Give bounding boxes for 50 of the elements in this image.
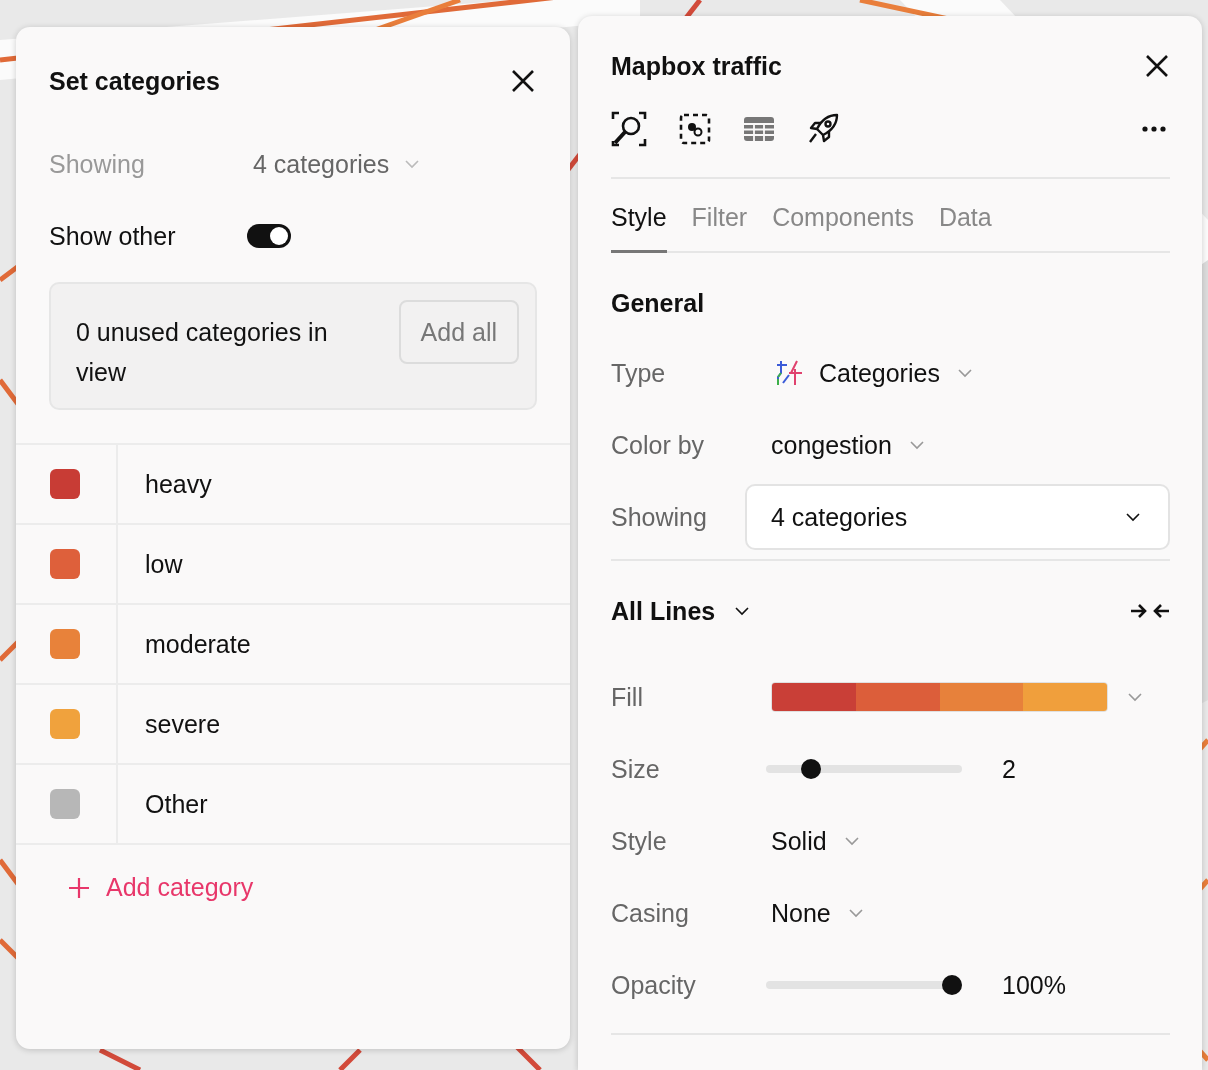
close-icon[interactable] [1144,53,1170,79]
category-name: severe [145,709,221,739]
slider-thumb[interactable] [942,975,963,995]
tab[interactable]: Style [611,203,667,253]
toggle-label: Show other [49,221,177,251]
field-label: Type [611,358,667,388]
plus-icon [68,876,90,899]
slider-thumb[interactable] [801,759,822,779]
group-toggle[interactable]: All Lines [611,596,752,626]
section-heading: General [611,289,706,319]
toggle-switch[interactable] [247,224,291,248]
slider-value: 100% [1002,970,1066,1000]
category-name: Other [145,789,208,819]
category-name: heavy [145,469,212,499]
close-icon[interactable] [510,68,536,94]
select-area-icon[interactable] [679,113,711,145]
category-name: moderate [145,629,251,659]
field-label: Size [611,754,661,784]
field-label: Color by [611,430,706,460]
rocket-icon[interactable] [807,113,839,145]
add-all-button[interactable]: Add all [398,300,519,364]
category-name: low [145,549,183,579]
color-swatch[interactable] [50,709,80,739]
field-label: Style [611,826,668,856]
info-text: 0 unused categories in view [76,317,329,388]
collapse-icon[interactable] [1130,602,1170,620]
field-label: Opacity [611,970,697,1000]
value-select[interactable]: Solid [771,826,861,856]
color-swatch[interactable] [50,469,80,499]
dropdown[interactable]: 4 categories [745,484,1170,550]
panel-title: Mapbox traffic [611,51,782,81]
panel-title: Set categories [49,66,220,96]
value-select[interactable]: None [771,898,865,928]
categories-icon [775,359,803,387]
field-label: Fill [611,682,644,712]
color-swatch[interactable] [50,549,80,579]
more-icon[interactable] [1142,126,1166,132]
color-ramp[interactable] [771,682,1108,712]
table-icon[interactable] [743,116,775,142]
type-select[interactable]: Categories [775,358,974,388]
color-swatch[interactable] [50,629,80,659]
value-select[interactable]: congestion [771,430,926,460]
field-label: Showing [611,502,708,532]
field-label: Casing [611,898,690,928]
add-category-button[interactable]: Add category [68,873,254,902]
field-label: Showing [49,149,146,179]
zoom-to-fit-icon[interactable] [611,111,647,147]
color-swatch[interactable] [50,789,80,819]
slider-value: 2 [1002,754,1016,784]
showing-select[interactable]: 4 categories [253,149,422,179]
